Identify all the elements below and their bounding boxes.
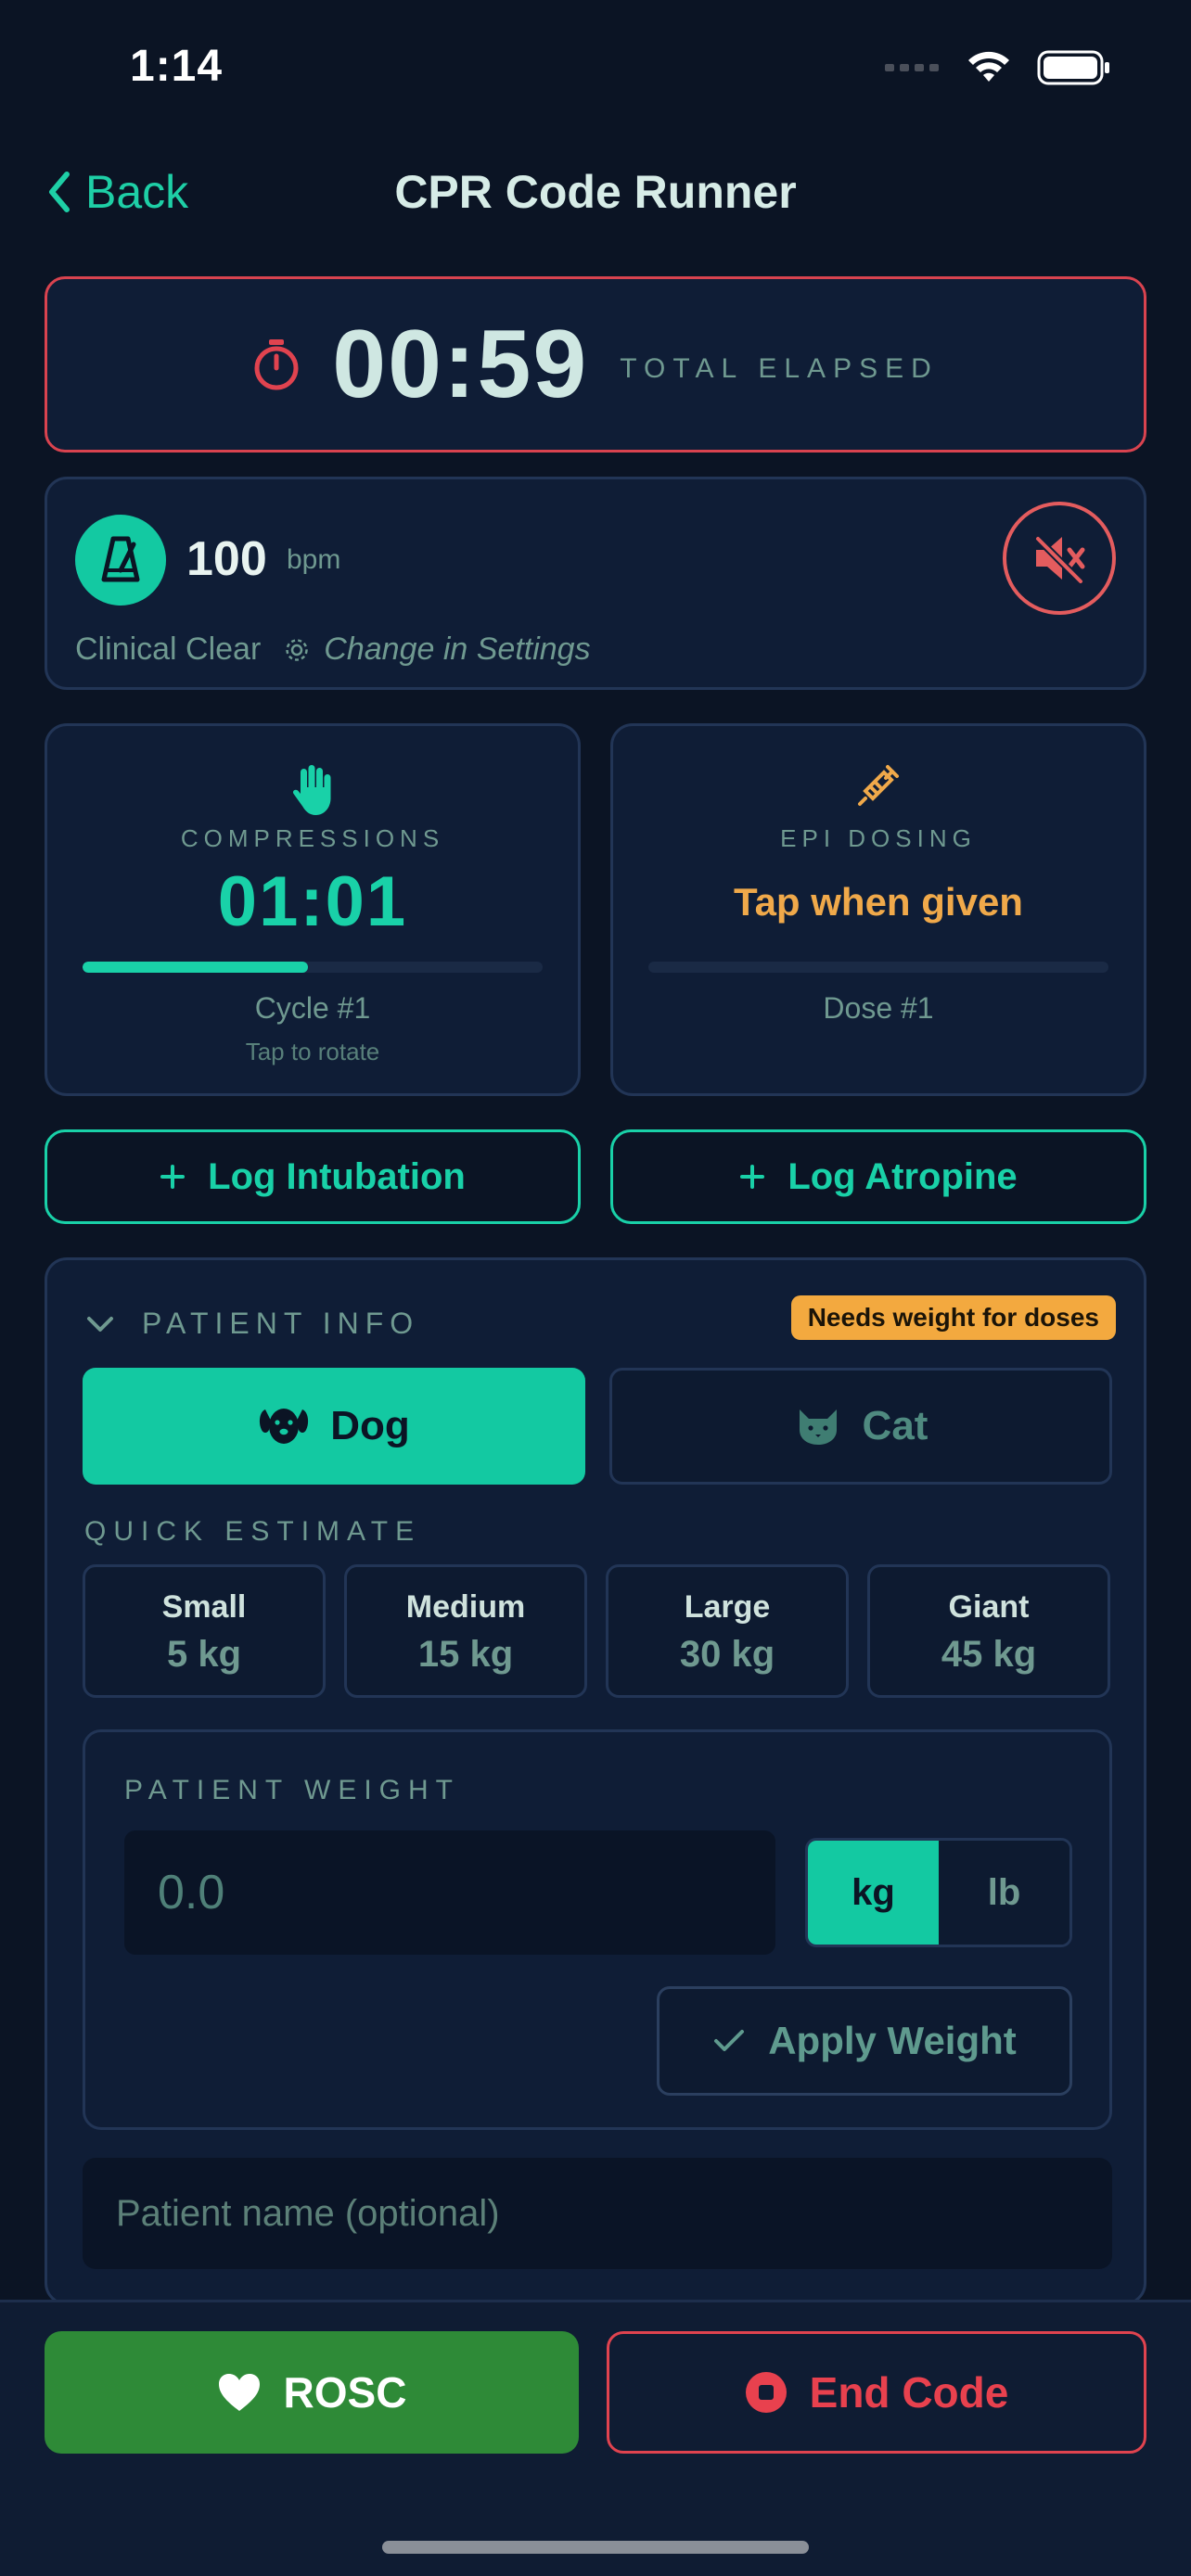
quick-estimate-name: Large (684, 1589, 771, 1625)
quick-estimate-medium[interactable]: Medium 15 kg (344, 1564, 587, 1698)
cellular-signal-icon (885, 64, 939, 71)
metronome-toggle[interactable] (75, 515, 166, 606)
patient-info-toggle[interactable]: PATIENT INFO (86, 1307, 419, 1341)
epi-dosing-tile[interactable]: EPI DOSING Tap when given Dose #1 (610, 723, 1146, 1096)
quick-estimate-large[interactable]: Large 30 kg (606, 1564, 849, 1698)
back-button[interactable]: Back (46, 165, 188, 219)
cat-icon (799, 1409, 837, 1445)
metronome-footer: Clinical Clear Change in Settings (75, 631, 591, 668)
compressions-label: COMPRESSIONS (180, 824, 445, 852)
sound-profile-label: Clinical Clear (75, 631, 262, 667)
plus-icon (160, 1165, 186, 1189)
species-dog-label: Dog (330, 1403, 410, 1448)
compressions-progress-fill (83, 962, 309, 973)
wifi-icon (968, 51, 1009, 82)
stopwatch-icon (254, 339, 299, 390)
quick-estimate-weight: 5 kg (166, 1634, 242, 1675)
patient-info-header: PATIENT INFO (142, 1307, 420, 1340)
home-indicator (382, 2541, 809, 2554)
gear-icon (286, 638, 309, 661)
compressions-tile[interactable]: COMPRESSIONS 01:01 Cycle #1 Tap to rotat… (45, 723, 581, 1096)
quick-estimate-weight: 15 kg (417, 1634, 514, 1675)
quick-estimate-name: Medium (405, 1589, 526, 1625)
log-intubation-button[interactable]: Log Intubation (45, 1129, 581, 1224)
mute-button[interactable] (1003, 502, 1116, 615)
needs-weight-badge: Needs weight for doses (790, 1295, 1116, 1340)
battery-icon (1037, 50, 1109, 85)
chevron-left-icon (49, 172, 70, 212)
elapsed-label: TOTAL ELAPSED (620, 353, 939, 384)
species-cat-button[interactable]: Cat (609, 1368, 1112, 1485)
apply-weight-button[interactable]: Apply Weight (657, 1986, 1072, 2096)
patient-info-panel: PATIENT INFO Needs weight for doses Dog … (45, 1257, 1146, 2305)
tile-icon-wrap (613, 763, 1144, 808)
patient-weight-label: PATIENT WEIGHT (124, 1775, 461, 1805)
unit-kg-option[interactable]: kg (808, 1841, 939, 1945)
epi-label: EPI DOSING (780, 824, 977, 852)
quick-estimate-name: Small (161, 1589, 247, 1625)
quick-estimate-name: Giant (948, 1589, 1030, 1625)
quick-estimate-weight: 30 kg (679, 1634, 775, 1675)
weight-input[interactable] (124, 1830, 775, 1955)
log-atropine-label: Log Atropine (788, 1155, 1018, 1197)
rotate-hint: Tap to rotate (245, 1038, 380, 1065)
patient-weight-section: PATIENT WEIGHT kg lb Apply Weight (83, 1729, 1112, 2130)
species-dog-button[interactable]: Dog (83, 1368, 585, 1485)
apply-weight-label: Apply Weight (768, 2019, 1017, 2062)
quick-estimate-small[interactable]: Small 5 kg (83, 1564, 326, 1698)
end-code-button[interactable]: End Code (607, 2331, 1146, 2454)
log-intubation-label: Log Intubation (208, 1155, 466, 1197)
rosc-button[interactable]: ROSC (45, 2331, 579, 2454)
unit-selector: kg lb (805, 1838, 1072, 1947)
patient-name-input[interactable] (83, 2158, 1112, 2269)
epi-progress-bar (648, 962, 1108, 973)
status-time: 1:14 (130, 42, 224, 91)
heart-icon (218, 2374, 260, 2411)
epi-status: Tap when given (734, 880, 1023, 924)
rosc-label: ROSC (283, 2368, 407, 2417)
tile-icon-wrap (47, 763, 578, 817)
quick-estimate-label: QUICK ESTIMATE (84, 1516, 422, 1547)
end-code-label: End Code (809, 2368, 1009, 2417)
dog-icon (260, 1409, 309, 1444)
metronome-card: 100 bpm Clinical Clear Change in Setting… (45, 477, 1146, 690)
syringe-icon (858, 765, 899, 806)
cycle-label: Cycle #1 (254, 991, 371, 1025)
metronome-icon (101, 536, 140, 582)
bpm-value: 100 (186, 532, 267, 586)
stop-icon (745, 2372, 787, 2413)
hand-icon (292, 765, 331, 815)
settings-hint[interactable]: Change in Settings (324, 631, 590, 668)
status-icons (885, 45, 1111, 91)
plus-icon (740, 1165, 765, 1189)
quick-estimate-weight: 45 kg (941, 1634, 1037, 1675)
compressions-progress-bar (83, 962, 543, 973)
elapsed-time: 00:59 (332, 310, 589, 418)
elapsed-timer-card: 00:59 TOTAL ELAPSED (45, 276, 1146, 453)
compressions-timer: 01:01 (217, 862, 408, 941)
chevron-down-icon (87, 1316, 113, 1332)
log-atropine-button[interactable]: Log Atropine (610, 1129, 1146, 1224)
speaker-muted-icon (1033, 534, 1085, 583)
dose-label: Dose #1 (823, 991, 934, 1025)
quick-estimate-giant[interactable]: Giant 45 kg (867, 1564, 1110, 1698)
bpm-unit: bpm (287, 544, 341, 575)
species-cat-label: Cat (862, 1403, 928, 1448)
unit-lb-option[interactable]: lb (939, 1841, 1069, 1945)
back-label: Back (85, 166, 189, 218)
checkmark-icon (714, 2030, 745, 2051)
